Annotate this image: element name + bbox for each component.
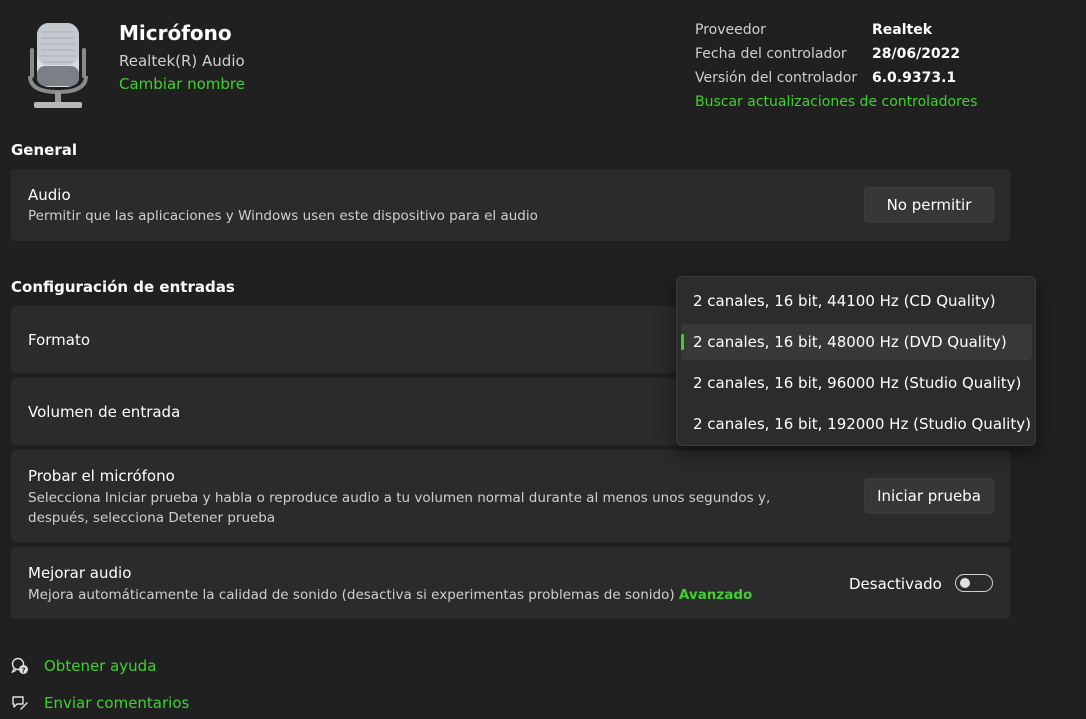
device-title: Micrófono: [119, 21, 232, 45]
send-feedback-link[interactable]: Enviar comentarios: [44, 694, 189, 712]
format-label: Formato: [28, 331, 91, 349]
format-option-selected[interactable]: 2 canales, 16 bit, 48000 Hz (DVD Quality…: [681, 324, 1032, 360]
device-subtitle: Realtek(R) Audio: [119, 52, 245, 70]
toggle-knob: [960, 578, 970, 588]
enhance-audio-card: Mejorar audio Mejora automáticamente la …: [11, 547, 1010, 619]
audio-description: Permitir que las aplicaciones y Windows …: [28, 208, 538, 224]
format-option-label: 2 canales, 16 bit, 48000 Hz (DVD Quality…: [693, 333, 1007, 351]
start-test-button[interactable]: Iniciar prueba: [864, 478, 994, 514]
advanced-link[interactable]: Avanzado: [679, 587, 752, 603]
format-dropdown[interactable]: 2 canales, 16 bit, 44100 Hz (CD Quality)…: [676, 276, 1036, 446]
provider-value: Realtek: [872, 22, 933, 38]
enhance-audio-description-row: Mejora automáticamente la calidad de son…: [28, 585, 752, 606]
enhance-audio-description: Mejora automáticamente la calidad de son…: [28, 587, 675, 603]
format-option[interactable]: 2 canales, 16 bit, 192000 Hz (Studio Qua…: [681, 406, 1032, 442]
rename-link[interactable]: Cambiar nombre: [119, 75, 245, 93]
enhance-audio-title: Mejorar audio: [28, 564, 132, 582]
microphone-icon: [28, 23, 88, 108]
svg-text:?: ?: [21, 666, 25, 674]
driver-date-label: Fecha del controlador: [695, 46, 847, 62]
format-option[interactable]: 2 canales, 16 bit, 44100 Hz (CD Quality): [681, 283, 1032, 319]
input-settings-title: Configuración de entradas: [11, 278, 235, 296]
driver-version-value: 6.0.9373.1: [872, 70, 957, 86]
feedback-icon: [12, 696, 28, 710]
audio-title: Audio: [28, 186, 71, 204]
enhance-audio-toggle[interactable]: [955, 574, 993, 592]
test-mic-title: Probar el micrófono: [28, 467, 175, 485]
general-section-title: General: [11, 141, 77, 159]
sound-device-properties: Micrófono Realtek(R) Audio Cambiar nombr…: [0, 0, 1086, 719]
driver-version-label: Versión del controlador: [695, 70, 858, 86]
format-option-label: 2 canales, 16 bit, 44100 Hz (CD Quality): [693, 292, 996, 310]
enhance-toggle-label: Desactivado: [849, 575, 942, 593]
format-option[interactable]: 2 canales, 16 bit, 96000 Hz (Studio Qual…: [681, 365, 1032, 401]
get-help-link[interactable]: Obtener ayuda: [44, 657, 156, 675]
disallow-button[interactable]: No permitir: [864, 187, 994, 223]
driver-date-value: 28/06/2022: [872, 46, 961, 62]
help-icon: ?: [11, 657, 28, 674]
audio-card: Audio Permitir que las aplicaciones y Wi…: [11, 169, 1010, 241]
provider-label: Proveedor: [695, 22, 766, 38]
format-option-label: 2 canales, 16 bit, 192000 Hz (Studio Qua…: [693, 415, 1031, 433]
test-mic-card: Probar el micrófono Selecciona Iniciar p…: [11, 450, 1010, 542]
input-volume-label: Volumen de entrada: [28, 403, 181, 421]
test-mic-description-1: Selecciona Iniciar prueba y habla o repr…: [28, 490, 771, 506]
format-option-label: 2 canales, 16 bit, 96000 Hz (Studio Qual…: [693, 374, 1022, 392]
test-mic-description-2: después, selecciona Detener prueba: [28, 510, 276, 526]
selection-indicator: [681, 334, 684, 350]
driver-update-link[interactable]: Buscar actualizaciones de controladores: [695, 94, 977, 110]
